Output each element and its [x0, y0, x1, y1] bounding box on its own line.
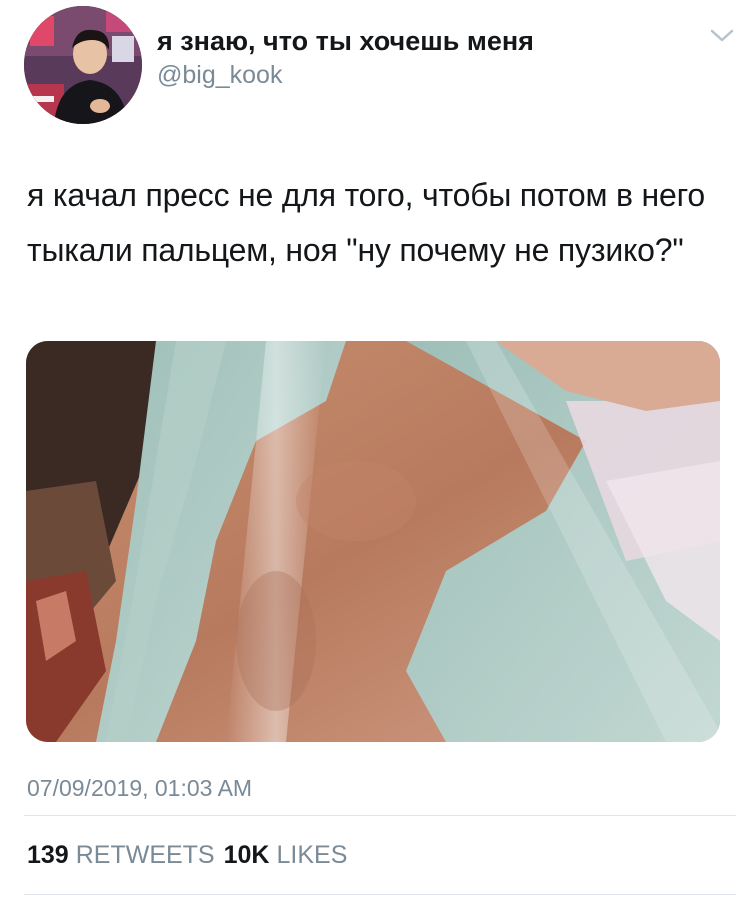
chevron-down-icon: [710, 29, 734, 42]
tweet-media[interactable]: [26, 341, 720, 742]
author-handle[interactable]: @big_kook: [157, 61, 282, 90]
retweets-count: 139: [27, 841, 69, 869]
divider: [24, 815, 736, 816]
avatar-photo-icon: [24, 6, 142, 124]
tweet-timestamp[interactable]: 07/09/2019, 01:03 AM: [27, 775, 252, 802]
divider: [24, 894, 736, 895]
author-avatar[interactable]: [24, 6, 142, 124]
author-display-name[interactable]: я знаю, что ты хочешь меня: [157, 26, 534, 57]
more-options-button[interactable]: [704, 22, 740, 50]
likes-label: LIKES: [276, 841, 348, 869]
photo-icon: [26, 341, 720, 742]
tweet-card: я знаю, что ты хочешь меня @big_kook я к…: [0, 0, 750, 914]
tweet-text: я качал пресс не для того, чтобы потом в…: [27, 177, 705, 268]
likes-stat[interactable]: 10K LIKES: [224, 841, 357, 870]
tweet-stats: 139 RETWEETS 10K LIKES: [27, 841, 356, 870]
retweets-stat[interactable]: 139 RETWEETS: [27, 841, 224, 870]
likes-count: 10K: [223, 841, 270, 869]
retweets-label: RETWEETS: [75, 841, 215, 869]
